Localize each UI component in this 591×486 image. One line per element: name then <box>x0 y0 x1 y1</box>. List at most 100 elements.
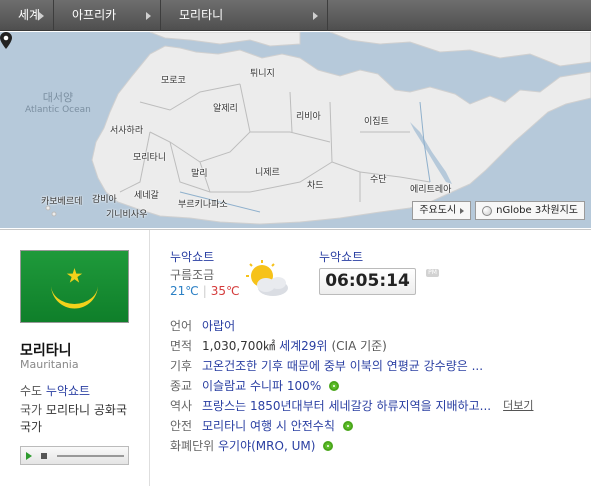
fact-row-area: 면적 1,030,700㎢ 세계29위 (CIA 기준) <box>170 336 580 356</box>
map-label-cape-verde[interactable]: 카보베르데 <box>41 194 82 207</box>
map-label-eritrea[interactable]: 에리트레아 <box>410 182 451 195</box>
fact-label: 면적 <box>170 339 193 353</box>
capital-link[interactable]: 누악쇼트 <box>46 384 90 398</box>
major-cities-label: 주요도시 <box>419 205 457 216</box>
map-label-morocco[interactable]: 모로코 <box>161 73 186 86</box>
area-source: (CIA 기준) <box>331 339 387 353</box>
weather-description: 구름조금 <box>170 268 215 282</box>
map-label-mali[interactable]: 말리 <box>191 166 208 179</box>
audio-progress-track[interactable] <box>57 454 124 457</box>
fact-row-language: 언어 아랍어 <box>170 316 580 336</box>
go-icon[interactable] <box>342 421 353 431</box>
fact-value: 프랑스는 1850년대부터 세네갈강 하류지역을 지배하고... 더보기 <box>202 396 533 416</box>
fact-label: 기후 <box>170 359 193 373</box>
globe-icon <box>482 205 493 216</box>
map-label-gambia[interactable]: 감비아 <box>92 192 117 205</box>
country-name: 모리타니 <box>20 343 72 359</box>
chevron-right-icon <box>313 12 318 20</box>
breadcrumb-item-africa[interactable]: 아프리카 <box>54 0 161 31</box>
map-label-libya[interactable]: 리비아 <box>296 109 321 122</box>
country-summary: 모리타니 Mauritania 수도 누악쇼트 국가 모리타니 공화국 국가 <box>0 230 150 486</box>
stop-button[interactable] <box>36 447 51 464</box>
country-facts: 언어 아랍어 면적 1,030,700㎢ 세계29위 (CIA 기준) 기후 고… <box>170 316 580 456</box>
location-pin-icon <box>0 32 12 49</box>
area-rank-link[interactable]: 세계29위 <box>279 336 327 356</box>
map-label-egypt[interactable]: 이집트 <box>364 114 389 127</box>
fact-row-climate: 기후 고온건조한 기후 때문에 중부 이북의 연평균 강수량은 ... <box>170 356 580 376</box>
stop-icon <box>40 452 47 459</box>
fact-value: 1,030,700㎢ 세계29위 (CIA 기준) <box>202 336 387 356</box>
temp-max: 35℃ <box>210 284 240 298</box>
am-pm-badge: PM <box>426 269 439 277</box>
map-label-tunisia[interactable]: 튀니지 <box>250 66 275 79</box>
temp-min: 21℃ <box>170 284 199 298</box>
religion-link[interactable]: 이슬람교 수니파 100% <box>202 376 321 396</box>
map-label-mauritania[interactable]: 모리타니 <box>133 150 166 163</box>
fact-value: 우기야(MRO, UM) <box>218 436 334 456</box>
history-link[interactable]: 프랑스는 1850년대부터 세네갈강 하류지역을 지배하고... <box>202 396 491 416</box>
fact-label: 안전 <box>170 419 193 433</box>
map-controls: 주요도시 nGlobe 3차원지도 <box>412 201 585 220</box>
map-label-western-sahara[interactable]: 서사하라 <box>110 123 143 136</box>
language-link[interactable]: 아랍어 <box>202 316 235 336</box>
fact-label: 역사 <box>170 399 193 413</box>
fact-value: 이슬람교 수니파 100% <box>202 376 340 396</box>
map-label-chad[interactable]: 차드 <box>307 178 324 191</box>
fact-row-safety: 안전 모리타니 여행 시 안전수칙 <box>170 416 580 436</box>
map-label-senegal[interactable]: 세네갈 <box>134 188 159 201</box>
go-icon[interactable] <box>329 381 340 391</box>
fact-row-history: 역사 프랑스는 1850년대부터 세네갈강 하류지역을 지배하고... 더보기 <box>170 396 580 416</box>
area-value: 1,030,700㎢ <box>202 339 276 353</box>
breadcrumb-label: 모리타니 <box>179 8 224 22</box>
breadcrumb-label: 아프리카 <box>72 8 117 22</box>
more-link[interactable]: 더보기 <box>503 396 533 416</box>
fact-value: 모리타니 여행 시 안전수칙 <box>202 416 353 436</box>
map-label-guinea-bissau[interactable]: 기니비사우 <box>106 207 147 220</box>
anthem-audio-player <box>20 446 129 465</box>
nglobe-3d-map-button[interactable]: nGlobe 3차원지도 <box>475 201 585 220</box>
capital-row: 수도 누악쇼트 <box>20 382 90 399</box>
ocean-label-ko: 대서양 <box>42 91 74 104</box>
map-label-burkina-faso[interactable]: 부르키나파소 <box>178 197 228 210</box>
fact-row-religion: 종교 이슬람교 수니파 100% <box>170 376 580 396</box>
nglobe-label: nGlobe 3차원지도 <box>496 205 578 216</box>
major-cities-button[interactable]: 주요도시 <box>412 201 472 220</box>
country-info-panel: 모리타니 Mauritania 수도 누악쇼트 국가 모리타니 공화국 국가 누… <box>0 229 591 486</box>
crescent-star-icon <box>51 268 98 309</box>
flag-image <box>20 250 129 323</box>
climate-link[interactable]: 고온건조한 기후 때문에 중부 이북의 연평균 강수량은 ... <box>202 356 483 376</box>
weather-temperatures: 21℃ | 35℃ <box>170 284 240 298</box>
map-graphic <box>0 32 591 228</box>
fact-label: 언어 <box>170 319 193 333</box>
map-label-algeria[interactable]: 알제리 <box>213 101 238 114</box>
ocean-label-en: Atlantic Ocean <box>25 105 91 115</box>
map-label-niger[interactable]: 니제르 <box>255 165 280 178</box>
breadcrumb-item-world[interactable]: 세계 <box>0 0 54 31</box>
play-icon <box>25 451 32 460</box>
ocean-label: 대서양 Atlantic Ocean <box>25 92 91 116</box>
breadcrumb-item-mauritania[interactable]: 모리타니 <box>161 0 328 31</box>
temp-separator: | <box>202 284 207 298</box>
capital-label: 수도 <box>20 384 43 398</box>
anthem-label: 국가 <box>20 403 43 417</box>
play-button[interactable] <box>21 447 36 464</box>
safety-link[interactable]: 모리타니 여행 시 안전수칙 <box>202 416 335 436</box>
go-icon[interactable] <box>323 441 334 451</box>
map-label-sudan[interactable]: 수단 <box>370 172 387 185</box>
clock-widget: 누악쇼트 06:05:14 PM <box>319 248 449 295</box>
country-name-english: Mauritania <box>20 358 79 371</box>
currency-link[interactable]: 우기야(MRO, UM) <box>218 436 315 456</box>
weather-widget: 누악쇼트 구름조금 21℃ | 35℃ <box>170 248 300 298</box>
fact-label: 종교 <box>170 379 193 393</box>
anthem-row: 국가 모리타니 공화국 국가 <box>20 402 132 436</box>
partly-cloudy-icon <box>246 260 288 296</box>
breadcrumb-label: 세계 <box>18 8 41 22</box>
fact-row-currency: 화폐단위 우기야(MRO, UM) <box>170 436 580 456</box>
fact-label: 화폐단위 <box>170 439 215 453</box>
chevron-right-icon <box>146 12 151 20</box>
clock-city[interactable]: 누악쇼트 <box>319 248 449 265</box>
map-view[interactable]: 대서양 Atlantic Ocean 튀니지 모로코 알제리 리비아 이집트 서… <box>0 32 591 228</box>
chevron-right-icon <box>39 12 44 20</box>
caret-right-icon <box>460 207 465 214</box>
breadcrumb: 세계 아프리카 모리타니 <box>0 0 591 31</box>
